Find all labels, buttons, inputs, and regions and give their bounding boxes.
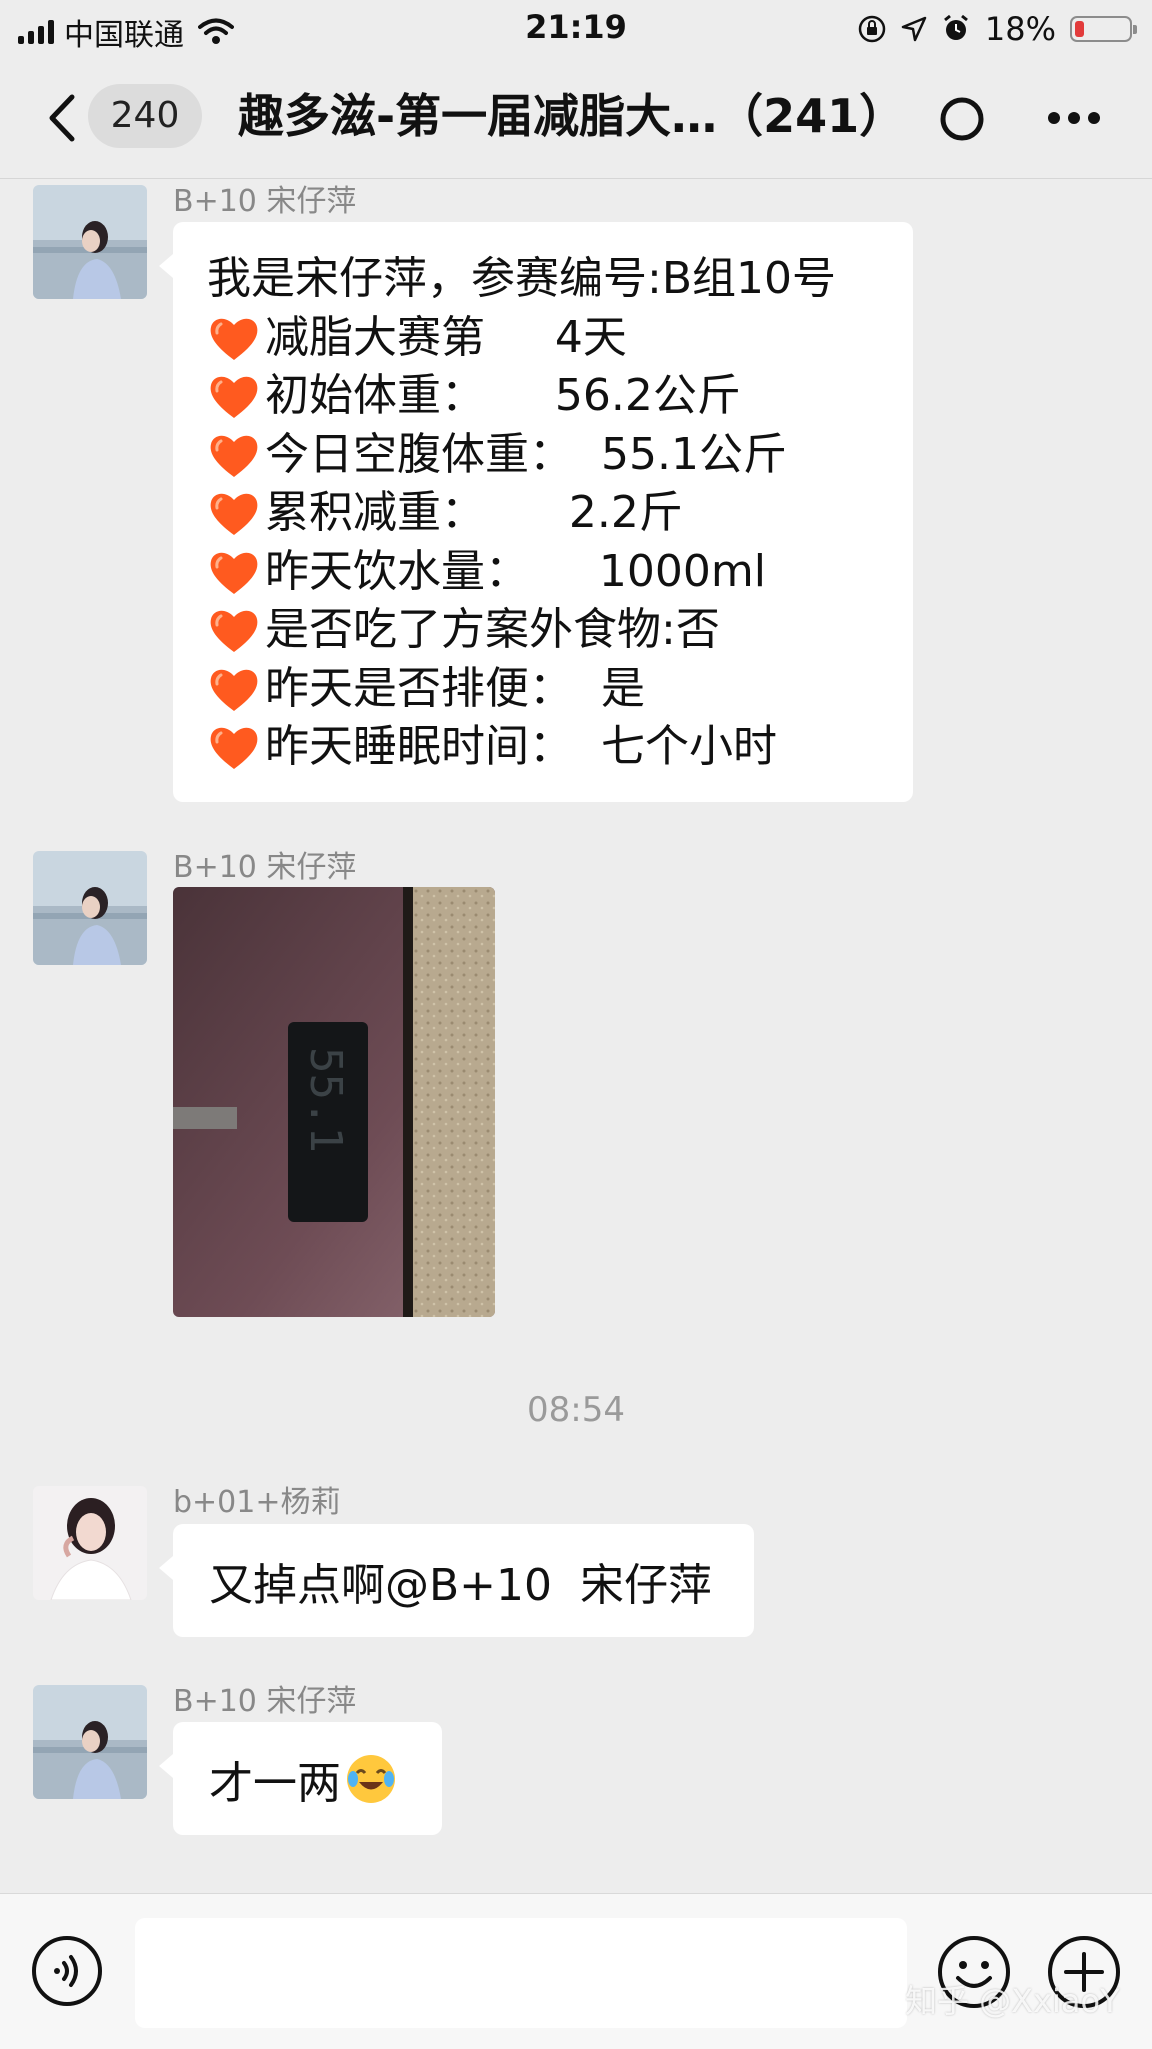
message-line-text: 我是宋仔萍，参赛编号:B组10号: [207, 253, 836, 304]
message-input[interactable]: [135, 1918, 907, 2028]
chat-header: 240 趣多滋-第一届减脂大…（241）: [0, 58, 1152, 179]
message-line: 昨天是否排便： 是: [207, 660, 879, 719]
sender-name: B+10 宋仔萍: [173, 1684, 357, 1719]
scale-photo[interactable]: 55.1: [173, 887, 495, 1317]
sender-avatar[interactable]: [33, 1685, 147, 1799]
sender-name: b+01+杨莉: [173, 1485, 341, 1520]
orange-heart-emoji-icon: [207, 314, 261, 362]
message-line-text: 今日空腹体重： 55.1公斤: [265, 428, 787, 480]
message-line: 我是宋仔萍，参赛编号:B组10号: [207, 250, 879, 309]
message-text: 才一两: [209, 1757, 341, 1809]
unread-count-badge[interactable]: 240: [88, 84, 202, 148]
message-line: 减脂大赛第 4天: [207, 309, 879, 368]
message-text: 又掉点啊@B+10 宋仔萍: [209, 1559, 713, 1611]
rotation-lock-icon: [858, 15, 886, 43]
message-line: 累积减重： 2.2斤: [207, 484, 879, 543]
message-input-bar: [0, 1893, 1152, 2049]
avatar-photo: [33, 851, 147, 965]
chat-title: 趣多滋-第一届减脂大…（241）: [238, 89, 898, 143]
more-options-icon[interactable]: [1046, 110, 1102, 126]
orange-heart-emoji-icon: [207, 723, 261, 771]
message-line-text: 减脂大赛第 4天: [265, 311, 627, 363]
message-line: 初始体重： 56.2公斤: [207, 367, 879, 426]
avatar-photo: [33, 1486, 147, 1600]
voice-input-icon[interactable]: [30, 1934, 104, 2008]
message-bubble[interactable]: 我是宋仔萍，参赛编号:B组10号减脂大赛第 4天初始体重： 56.2公斤 今日空腹…: [159, 222, 913, 805]
sender-name: B+10 宋仔萍: [173, 850, 357, 885]
battery-percent: 18%: [984, 10, 1056, 48]
location-icon: [901, 16, 927, 42]
message-line-text: 昨天是否排便： 是: [265, 662, 645, 714]
battery-icon: [1070, 16, 1137, 42]
sender-avatar[interactable]: [33, 1486, 147, 1600]
orange-heart-emoji-icon: [207, 431, 261, 479]
avatar-photo: [33, 185, 147, 299]
message-bubble[interactable]: 又掉点啊@B+10 宋仔萍: [159, 1524, 754, 1637]
back-icon[interactable]: [40, 93, 86, 143]
message-timestamp: 08:54: [527, 1390, 625, 1430]
orange-heart-emoji-icon: [207, 372, 261, 420]
message-line: 今日空腹体重： 55.1公斤: [207, 426, 879, 485]
status-bar: 中国联通 21:19 18%: [0, 0, 1152, 58]
orange-heart-emoji-icon: [207, 665, 261, 713]
message-text: 我是宋仔萍，参赛编号:B组10号减脂大赛第 4天初始体重： 56.2公斤 今日空腹…: [173, 222, 913, 805]
message-line-text: 累积减重： 2.2斤: [265, 487, 683, 538]
battery-level: [1075, 21, 1085, 37]
orange-heart-emoji-icon: [207, 489, 261, 537]
avatar-photo: [33, 1685, 147, 1799]
message-bubble[interactable]: 才一两: [159, 1722, 442, 1835]
sender-avatar[interactable]: [33, 185, 147, 299]
sender-name: B+10 宋仔萍: [173, 184, 357, 219]
message-line-text: 初始体重： 56.2公斤: [265, 370, 741, 421]
message-line: 昨天饮水量： 1000ml: [207, 543, 879, 602]
sender-avatar[interactable]: [33, 851, 147, 965]
alarm-icon: [943, 14, 968, 40]
message-line: 是否吃了方案外食物:否: [207, 601, 879, 660]
message-line-text: 昨天睡眠时间： 七个小时: [265, 721, 777, 772]
crying-laughing-emoji-icon: [347, 1754, 395, 1803]
zhihu-watermark: 知乎 @XxiaoY: [905, 1982, 1120, 2020]
message-line-text: 昨天饮水量： 1000ml: [265, 545, 766, 597]
orange-heart-emoji-icon: [207, 548, 261, 596]
mini-program-icon[interactable]: [938, 95, 986, 143]
message-line-text: 是否吃了方案外食物:否: [265, 604, 720, 655]
orange-heart-emoji-icon: [207, 606, 261, 654]
message-line: 昨天睡眠时间： 七个小时: [207, 718, 879, 777]
scale-reading: 55.1: [300, 1047, 351, 1153]
